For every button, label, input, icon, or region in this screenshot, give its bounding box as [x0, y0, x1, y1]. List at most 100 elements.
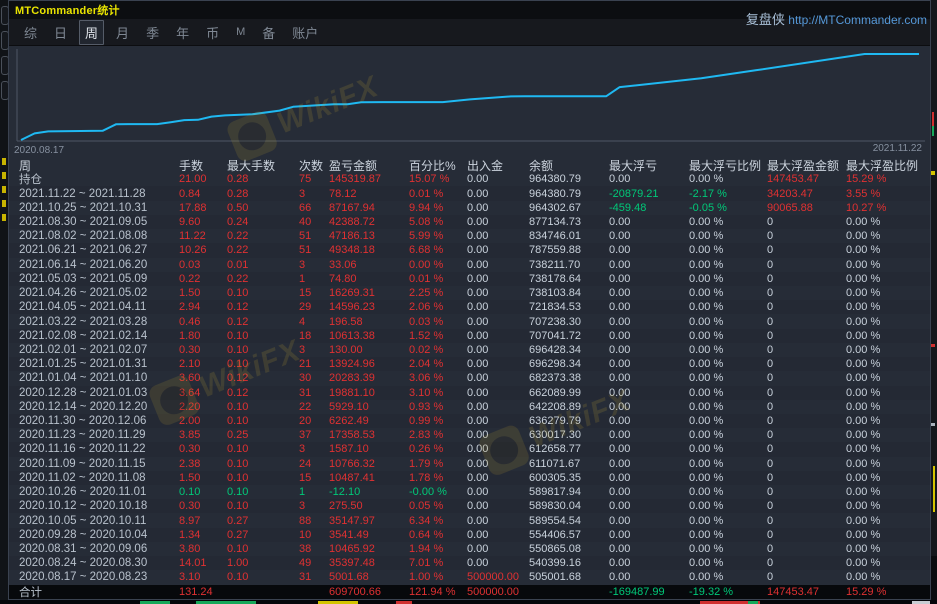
table-row[interactable]: 2021.04.05 ~ 2021.04.112.940.122914596.2… [9, 300, 930, 314]
menu-item-年[interactable]: 年 [171, 21, 194, 44]
cell: 0.00 [467, 557, 529, 569]
table-row[interactable]: 2021.10.25 ~ 2021.10.3117.880.506687167.… [9, 201, 930, 215]
table-row[interactable]: 持仓21.000.2875145319.8715.07 %0.00964380.… [9, 172, 930, 186]
cell: 75 [299, 173, 329, 185]
table-row[interactable]: 2020.08.31 ~ 2020.09.063.800.103810465.9… [9, 542, 930, 556]
table-row[interactable]: 2020.10.26 ~ 2020.11.010.100.101-12.10-0… [9, 485, 930, 499]
cell: 1 [299, 486, 329, 498]
table-row[interactable]: 2020.11.30 ~ 2020.12.062.000.10206262.49… [9, 414, 930, 428]
cell: 0.28 [227, 188, 299, 200]
cell: 0.10 [227, 344, 299, 356]
background-candle [932, 126, 934, 136]
menu-item-M[interactable]: M [231, 24, 250, 40]
table-row[interactable]: 2020.11.16 ~ 2020.11.220.300.1031587.100… [9, 442, 930, 456]
table-row[interactable]: 2020.08.17 ~ 2020.08.233.100.10315001.68… [9, 570, 930, 584]
column-header[interactable]: 最大手数 [227, 157, 299, 174]
menu-item-日[interactable]: 日 [49, 21, 72, 44]
column-header[interactable]: 百分比% [409, 157, 467, 174]
column-header[interactable]: 余额 [529, 157, 609, 174]
cell: 0.00 [467, 244, 529, 256]
window-title: MTCommander统计 [15, 2, 120, 18]
cell: 0.00 % [689, 515, 767, 527]
table-row[interactable]: 2021.08.02 ~ 2021.08.0811.220.225147186.… [9, 229, 930, 243]
table-row[interactable]: 2020.10.05 ~ 2020.10.118.970.278835147.9… [9, 513, 930, 527]
cell: 0.10 [179, 486, 227, 498]
table-row[interactable]: 2020.11.09 ~ 2020.11.152.380.102410766.3… [9, 457, 930, 471]
cell: 0.00 [467, 515, 529, 527]
cell: 49348.18 [329, 244, 409, 256]
cell: 0.00 % [846, 486, 930, 498]
cell: 2021.01.25 ~ 2021.01.31 [19, 358, 179, 370]
table-row[interactable]: 2021.11.22 ~ 2021.11.280.840.28378.120.0… [9, 186, 930, 200]
column-header[interactable]: 次数 [299, 157, 329, 174]
cell: 0.93 % [409, 401, 467, 413]
cell: 611071.67 [529, 458, 609, 470]
table-total-row[interactable]: 合计131.24609700.66121.94 %500000.00-16948… [9, 585, 930, 599]
table-row[interactable]: 2021.04.26 ~ 2021.05.021.500.101516269.3… [9, 286, 930, 300]
table-row[interactable]: 2020.12.14 ~ 2020.12.202.200.10225929.10… [9, 400, 930, 414]
table-row[interactable]: 2020.12.28 ~ 2021.01.033.640.123119881.1… [9, 386, 930, 400]
table-row[interactable]: 2021.01.04 ~ 2021.01.103.600.123020283.3… [9, 371, 930, 385]
equity-curve-svg [9, 46, 930, 145]
cell: 0.00 [467, 273, 529, 285]
table-row[interactable]: 2021.06.21 ~ 2021.06.2710.260.225149348.… [9, 243, 930, 257]
cell: -169487.99 [609, 586, 689, 598]
brand-link[interactable]: 复盘侠 http://MTCommander.com [746, 9, 927, 28]
column-header[interactable]: 最大浮亏 [609, 157, 689, 174]
cell: 0.00 % [846, 216, 930, 228]
cell: 0.00 % [689, 557, 767, 569]
table-row[interactable]: 2020.08.24 ~ 2020.08.3014.011.004935397.… [9, 556, 930, 570]
cell: 31 [299, 571, 329, 583]
menu-item-账户[interactable]: 账户 [287, 21, 323, 44]
cell: 3 [299, 443, 329, 455]
cell: 0.00 [609, 387, 689, 399]
column-header[interactable]: 最大浮盈比例 [846, 157, 930, 174]
column-header[interactable]: 手数 [179, 157, 227, 174]
table-row[interactable]: 2020.11.23 ~ 2020.11.293.850.253717358.5… [9, 428, 930, 442]
cell: 2021.02.01 ~ 2021.02.07 [19, 344, 179, 356]
table-row[interactable]: 2021.05.03 ~ 2021.05.090.220.22174.800.0… [9, 272, 930, 286]
menu-item-周[interactable]: 周 [79, 20, 104, 45]
column-header[interactable]: 出入金 [467, 157, 529, 174]
menu-item-季[interactable]: 季 [141, 21, 164, 44]
table-row[interactable]: 2021.02.01 ~ 2021.02.070.300.103130.000.… [9, 343, 930, 357]
cell: 0.27 [227, 529, 299, 541]
cell: 0.00 [609, 557, 689, 569]
cell: 0.00 [609, 472, 689, 484]
cell: 2021.02.08 ~ 2021.02.14 [19, 330, 179, 342]
cell: 10.26 [179, 244, 227, 256]
cell: 0.50 [227, 202, 299, 214]
table-row[interactable]: 2021.01.25 ~ 2021.01.312.100.102113924.9… [9, 357, 930, 371]
column-header[interactable]: 盈亏金额 [329, 157, 409, 174]
table-row[interactable]: 2020.11.02 ~ 2020.11.081.500.101510487.4… [9, 471, 930, 485]
table-row[interactable]: 2021.03.22 ~ 2021.03.280.460.124196.580.… [9, 314, 930, 328]
cell: 20 [299, 415, 329, 427]
cell: 0.00 % [689, 401, 767, 413]
cell: 0 [767, 287, 846, 299]
cell: 5001.68 [329, 571, 409, 583]
menu-item-综[interactable]: 综 [19, 21, 42, 44]
table-row[interactable]: 2020.09.28 ~ 2020.10.041.340.27103541.49… [9, 528, 930, 542]
menu-item-月[interactable]: 月 [111, 21, 134, 44]
cell: 0.00 [467, 458, 529, 470]
cell: 10613.38 [329, 330, 409, 342]
cell: 78.12 [329, 188, 409, 200]
cell: 2021.03.22 ~ 2021.03.28 [19, 316, 179, 328]
column-header[interactable]: 最大浮亏比例 [689, 157, 767, 174]
table-row[interactable]: 2021.08.30 ~ 2021.09.059.600.244042388.7… [9, 215, 930, 229]
table-row[interactable]: 2021.02.08 ~ 2021.02.141.800.101810613.3… [9, 329, 930, 343]
cell: 0.00 % [689, 529, 767, 541]
menu-item-币[interactable]: 币 [201, 21, 224, 44]
cell: 0.00 % [689, 387, 767, 399]
table-row[interactable]: 2021.06.14 ~ 2021.06.200.030.01333.060.0… [9, 258, 930, 272]
cell: -2.17 % [689, 188, 767, 200]
column-header[interactable]: 最大浮盈金额 [767, 157, 846, 174]
background-block [931, 556, 937, 600]
cell: 20283.39 [329, 372, 409, 384]
brand-url[interactable]: http://MTCommander.com [788, 13, 927, 27]
menu-item-备[interactable]: 备 [257, 21, 280, 44]
cell: 2020.10.12 ~ 2020.10.18 [19, 500, 179, 512]
table-row[interactable]: 2020.10.12 ~ 2020.10.180.300.103275.500.… [9, 499, 930, 513]
cell: 0.00 % [689, 429, 767, 441]
cell: 3 [299, 259, 329, 271]
